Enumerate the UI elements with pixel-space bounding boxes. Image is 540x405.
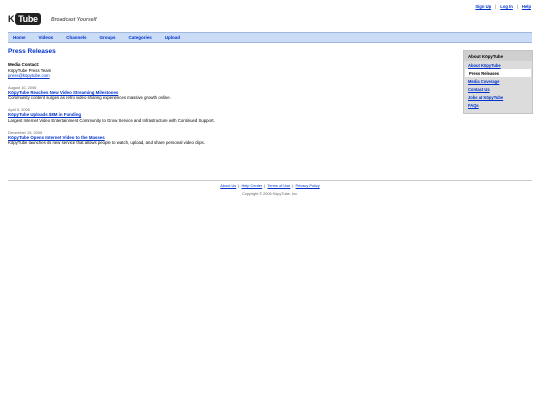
press-email-link[interactable]: press@köpytube.com [8, 73, 50, 78]
footer-help-center-link[interactable]: Help Center [241, 183, 262, 188]
separator: | [237, 183, 241, 188]
main-content: Press Releases Media Contact: KöpyTube P… [8, 48, 448, 146]
sidebar-item-press-releases[interactable]: Press Releases [465, 69, 531, 77]
footer-links: About Us | Help Center | Terms of Use | … [0, 183, 540, 188]
press-release: April 5, 2006 KöpyTube Uploads $8M in Fu… [8, 107, 448, 123]
separator: | [495, 4, 497, 9]
release-title-link[interactable]: KöpyTube Uploads $8M in Funding [8, 112, 81, 117]
copyright: Copyright © 2006 KöpyTube, Inc. [241, 192, 299, 196]
press-release: August 10, 2006 KöpyTube Reaches New Vid… [8, 85, 448, 101]
release-title-link[interactable]: KöpyTube Reaches New Video Streaming Mil… [8, 90, 118, 95]
release-description: Largest Internet Video Entertainment Com… [8, 117, 215, 123]
footer-privacy-link[interactable]: Privacy Policy [296, 183, 320, 188]
top-links: Sign Up | Log In | Help [475, 4, 531, 9]
help-link[interactable]: Help [522, 4, 531, 9]
separator: | [516, 4, 518, 9]
press-release: December 15, 2005 KöpyTube Opens Interne… [8, 130, 448, 146]
sign-up-link[interactable]: Sign Up [475, 4, 491, 9]
separator: | [291, 183, 295, 188]
log-in-link[interactable]: Log In [500, 4, 513, 9]
logo-k: K [8, 14, 15, 24]
nav-videos[interactable]: Videos [39, 35, 54, 40]
sidebar-item-jobs[interactable]: Jobs at KöpyTube [468, 95, 503, 100]
release-title-link[interactable]: KöpyTube Opens Internet Video to the Mas… [8, 135, 105, 140]
sidebar-item-media-coverage[interactable]: Media Coverage [468, 79, 499, 84]
footer-terms-link[interactable]: Terms of Use [267, 183, 290, 188]
nav-groups[interactable]: Groups [99, 35, 115, 40]
about-sidebar: About KöpyTube About KöpyTube Press Rele… [463, 50, 533, 114]
main-nav: Home Videos Channels Groups Categories U… [8, 32, 532, 43]
separator: | [263, 183, 267, 188]
logo-tube: Tube [15, 13, 41, 25]
sidebar-heading: About KöpyTube [464, 51, 532, 61]
release-description: Community content surges as retro video … [8, 95, 171, 101]
nav-home[interactable]: Home [13, 35, 26, 40]
nav-channels[interactable]: Channels [66, 35, 86, 40]
page-title: Press Releases [8, 48, 56, 55]
footer-divider [8, 180, 532, 181]
tagline: Broadcast Yourself [51, 17, 97, 23]
sidebar-item-about[interactable]: About KöpyTube [468, 63, 501, 68]
nav-categories[interactable]: Categories [128, 35, 151, 40]
sidebar-item-faqs[interactable]: FAQs [468, 103, 479, 108]
footer-about-us-link[interactable]: About Us [220, 183, 236, 188]
site-logo[interactable]: K Tube [8, 11, 41, 27]
release-description: KöpyTube launches its new service that a… [8, 140, 205, 145]
sidebar-item-contact-us[interactable]: Contact Us [468, 87, 490, 92]
nav-upload[interactable]: Upload [165, 35, 180, 40]
